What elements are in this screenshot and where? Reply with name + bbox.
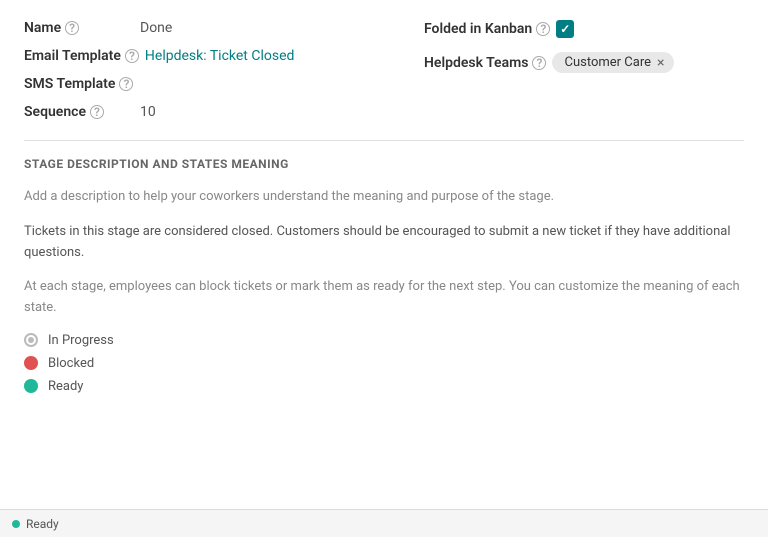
blocked-label: Blocked: [48, 356, 94, 371]
folded-kanban-checkbox[interactable]: [556, 20, 574, 38]
in-progress-label: In Progress: [48, 333, 114, 348]
email-template-value[interactable]: Helpdesk: Ticket Closed: [145, 48, 294, 64]
name-value: Done: [140, 20, 172, 36]
email-template-help-icon[interactable]: ?: [125, 49, 139, 63]
in-progress-dot: [24, 333, 38, 347]
section-title: STAGE DESCRIPTION AND STATES MEANING: [24, 157, 744, 171]
customer-care-tag: Customer Care ×: [552, 52, 674, 73]
helpdesk-teams-field-row: Helpdesk Teams ? Customer Care ×: [424, 52, 744, 73]
sms-template-help-icon[interactable]: ?: [119, 77, 133, 91]
folded-kanban-field-row: Folded in Kanban ?: [424, 20, 744, 38]
sequence-field-row: Sequence ? 10: [24, 104, 384, 120]
state-in-progress: In Progress: [24, 333, 744, 348]
name-label: Name ?: [24, 20, 134, 36]
desc-text-2: Tickets in this stage are considered clo…: [24, 222, 744, 264]
helpdesk-teams-help-icon[interactable]: ?: [532, 56, 546, 70]
description-section: STAGE DESCRIPTION AND STATES MEANING Add…: [24, 157, 744, 410]
state-ready: Ready: [24, 379, 744, 394]
form-right: Folded in Kanban ? Helpdesk Teams ? Cust…: [384, 20, 744, 120]
form-left: Name ? Done Email Template ? Helpdesk: T…: [24, 20, 384, 120]
name-help-icon[interactable]: ?: [65, 21, 79, 35]
desc-text-1: Add a description to help your coworkers…: [24, 187, 744, 208]
sequence-label: Sequence ?: [24, 104, 134, 120]
email-template-field-row: Email Template ? Helpdesk: Ticket Closed: [24, 48, 384, 64]
customer-care-tag-close[interactable]: ×: [657, 56, 664, 70]
desc-text-3: At each stage, employees can block ticke…: [24, 277, 744, 319]
folded-kanban-label: Folded in Kanban ?: [424, 21, 550, 37]
sms-template-label: SMS Template ?: [24, 76, 134, 92]
status-bar: Ready: [0, 509, 768, 537]
sequence-value: 10: [140, 104, 156, 120]
states-list: In Progress Blocked Ready: [24, 333, 744, 394]
section-divider: [24, 140, 744, 141]
status-dot: [12, 520, 20, 528]
helpdesk-teams-label: Helpdesk Teams ?: [424, 55, 546, 71]
customer-care-tag-label: Customer Care: [564, 55, 651, 70]
sequence-help-icon[interactable]: ?: [90, 105, 104, 119]
name-field-row: Name ? Done: [24, 20, 384, 36]
form-grid: Name ? Done Email Template ? Helpdesk: T…: [24, 20, 744, 120]
form-container: Name ? Done Email Template ? Helpdesk: T…: [0, 0, 768, 430]
sms-template-field-row: SMS Template ?: [24, 76, 384, 92]
ready-label: Ready: [48, 379, 83, 394]
status-text: Ready: [26, 517, 59, 531]
state-blocked: Blocked: [24, 356, 744, 371]
ready-dot: [24, 379, 38, 393]
email-template-label: Email Template ?: [24, 48, 139, 64]
folded-kanban-help-icon[interactable]: ?: [536, 22, 550, 36]
blocked-dot: [24, 356, 38, 370]
